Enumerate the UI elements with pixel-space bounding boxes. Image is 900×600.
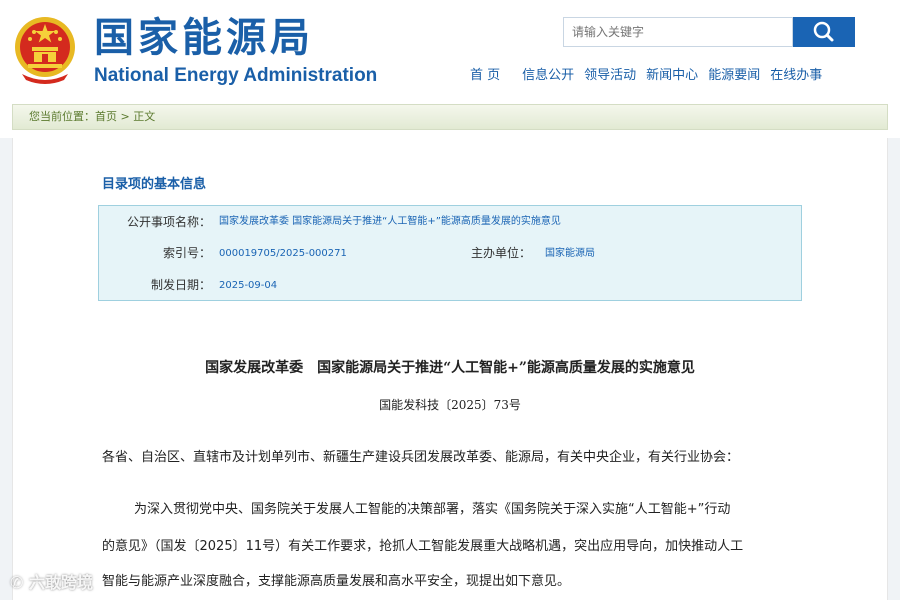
host-unit-value: 国家能源局 xyxy=(545,248,595,259)
breadcrumb-separator: > xyxy=(120,110,130,123)
nav-item-news-center[interactable]: 新闻中心 xyxy=(646,65,698,87)
document-addressee: 各省、自治区、直辖市及计划单列市、新疆生产建设兵团发展改革委、能源局，有关中央企… xyxy=(102,450,740,465)
nav-item-online-services[interactable]: 在线办事 xyxy=(770,65,822,87)
index-value: 000019705/2025-000271 xyxy=(219,248,347,259)
nav-item-energy-news[interactable]: 能源要闻 xyxy=(708,65,760,87)
nav-item-leadership[interactable]: 领导活动 xyxy=(584,65,636,87)
document-title: 国家发展改革委 国家能源局关于推进“人工智能+”能源高质量发展的实施意见 xyxy=(205,360,695,376)
breadcrumb: 您当前位置：首页 > 正文 xyxy=(12,104,888,130)
search-input[interactable] xyxy=(563,17,793,47)
index-label: 索引号： xyxy=(162,246,211,260)
document-number: 国能发科技〔2025〕73号 xyxy=(379,398,521,412)
watermark: ✆ 六敢跨境 xyxy=(10,569,93,592)
main-nav: 首 页 信息公开 领导活动 新闻中心 能源要闻 在线办事 xyxy=(470,65,822,87)
issue-date-label: 制发日期： xyxy=(150,278,211,292)
breadcrumb-home-link[interactable]: 首页 xyxy=(95,110,117,123)
search-button[interactable] xyxy=(793,17,855,47)
watermark-text: 六敢跨境 xyxy=(28,573,93,592)
document-paragraph-line: 为深入贯彻党中央、国务院关于发展人工智能的决策部署，落实《国务院关于深入实施“人… xyxy=(134,502,731,517)
breadcrumb-prefix: 您当前位置： xyxy=(29,110,95,123)
search-icon xyxy=(813,21,834,42)
watermark-logo-icon: ✆ xyxy=(10,573,24,592)
nav-item-info-disclosure[interactable]: 信息公开 xyxy=(522,65,574,87)
site-header: 国家能源局 National Energy Administration 首 页… xyxy=(0,0,900,100)
host-unit-label: 主办单位： xyxy=(470,246,531,260)
site-title-en[interactable]: National Energy Administration xyxy=(94,65,377,87)
nav-item-home[interactable]: 首 页 xyxy=(470,65,500,87)
breadcrumb-current: 正文 xyxy=(133,110,156,123)
info-section-title: 目录项的基本信息 xyxy=(102,177,207,192)
public-item-label: 公开事项名称： xyxy=(126,215,211,229)
info-box: 公开事项名称： 国家发展改革委 国家能源局关于推进“人工智能+”能源高质量发展的… xyxy=(98,205,802,301)
document-paragraph-line: 的意见》（国发〔2025〕11号）有关工作要求，抢抓人工智能发展重大战略机遇，突… xyxy=(102,539,744,554)
national-emblem-icon[interactable] xyxy=(12,14,78,84)
issue-date-value: 2025-09-04 xyxy=(219,280,278,291)
site-title-cn[interactable]: 国家能源局 xyxy=(94,14,314,62)
document-paragraph-line: 智能与能源产业深度融合，支撑能源高质量发展和高水平安全，现提出如下意见。 xyxy=(102,574,571,589)
public-item-value: 国家发展改革委 国家能源局关于推进“人工智能+”能源高质量发展的实施意见 xyxy=(219,216,561,227)
